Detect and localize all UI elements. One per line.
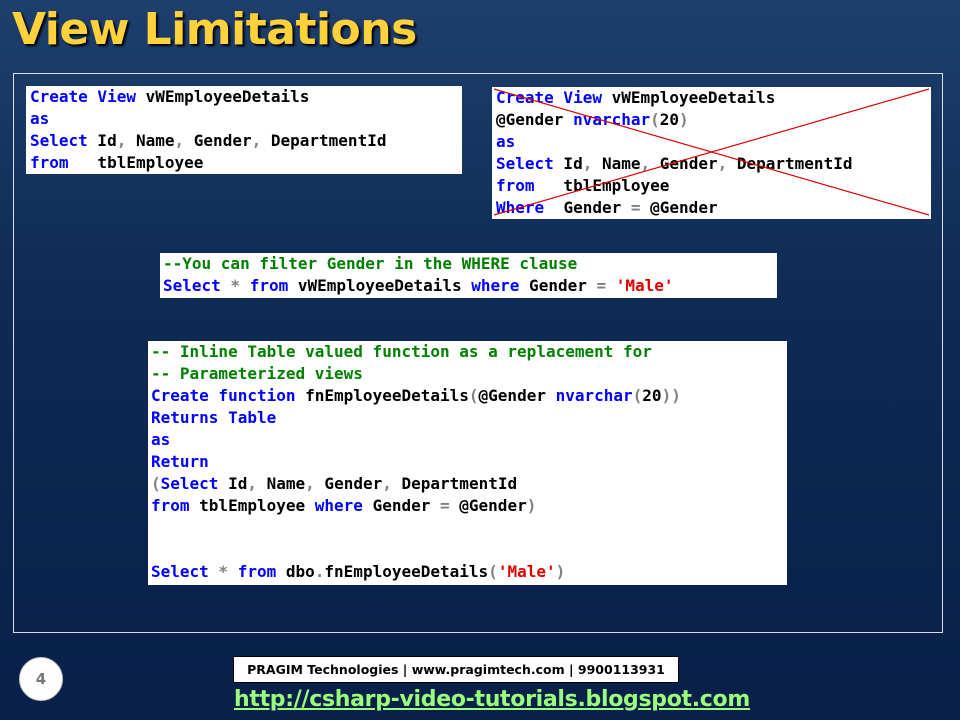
keyword: Create View	[30, 87, 136, 106]
code-block-create-view: Create View vWEmployeeDetails as Select …	[26, 86, 462, 174]
strike-through-cross-icon	[493, 88, 930, 216]
code-text: DepartmentId	[261, 131, 387, 150]
code-text: fnEmployeeDetails	[295, 386, 469, 405]
keyword: Return	[151, 452, 209, 471]
code-text: @Gender	[449, 496, 527, 515]
code-text: Name	[256, 474, 306, 493]
keyword: where	[461, 276, 520, 295]
code-text: DepartmentId	[391, 474, 518, 493]
code-text: vWEmployeeDetails	[135, 87, 310, 106]
footer-company-info: PRAGIM Technologies | www.pragimtech.com…	[233, 656, 679, 683]
code-text: Gender	[519, 276, 597, 295]
code-text: Gender	[362, 496, 440, 515]
code-block-invalid-parameterized-view: Create View vWEmployeeDetails @Gender nv…	[492, 87, 931, 219]
code-text: 20	[642, 386, 662, 405]
keyword: from	[30, 153, 69, 172]
keyword: Select	[163, 276, 221, 295]
code-text: Gender	[314, 474, 383, 493]
code-block-filter-query: --You can filter Gender in the WHERE cla…	[160, 253, 777, 298]
code-string: 'Male'	[497, 562, 556, 581]
keyword: Select	[151, 562, 209, 581]
code-text: tblEmployee	[68, 153, 204, 172]
code-text: vWEmployeeDetails	[288, 276, 462, 295]
keyword: as	[30, 109, 50, 128]
code-text: @Gender	[478, 386, 556, 405]
keyword: from	[228, 562, 277, 581]
code-text: *	[208, 562, 229, 581]
code-text: fnEmployeeDetails	[324, 562, 489, 581]
code-comment: --You can filter Gender in the WHERE cla…	[163, 254, 578, 273]
keyword: nvarchar	[555, 386, 633, 405]
keyword: where	[314, 496, 363, 515]
keyword: as	[151, 430, 171, 449]
slide-title: View Limitations	[12, 4, 417, 55]
keyword: from	[151, 496, 190, 515]
code-text: Gender	[184, 131, 252, 150]
code-text: *	[220, 276, 241, 295]
page-number-badge: 4	[19, 657, 63, 701]
keyword: Returns Table	[151, 408, 277, 427]
code-text: Id	[87, 131, 117, 150]
code-text: tblEmployee	[189, 496, 315, 515]
keyword: Select	[30, 131, 88, 150]
keyword: Create function	[151, 386, 296, 405]
code-comment: -- Parameterized views	[151, 364, 363, 383]
code-comment: -- Inline Table valued function as a rep…	[151, 342, 652, 361]
keyword: from	[240, 276, 289, 295]
keyword: Select	[160, 474, 219, 493]
code-text: dbo	[276, 562, 315, 581]
code-block-inline-function: -- Inline Table valued function as a rep…	[148, 341, 787, 585]
code-text: Name	[126, 131, 175, 150]
code-text: Id	[218, 474, 248, 493]
code-string: 'Male'	[606, 276, 674, 295]
footer-url-link[interactable]: http://csharp-video-tutorials.blogspot.c…	[234, 687, 750, 712]
